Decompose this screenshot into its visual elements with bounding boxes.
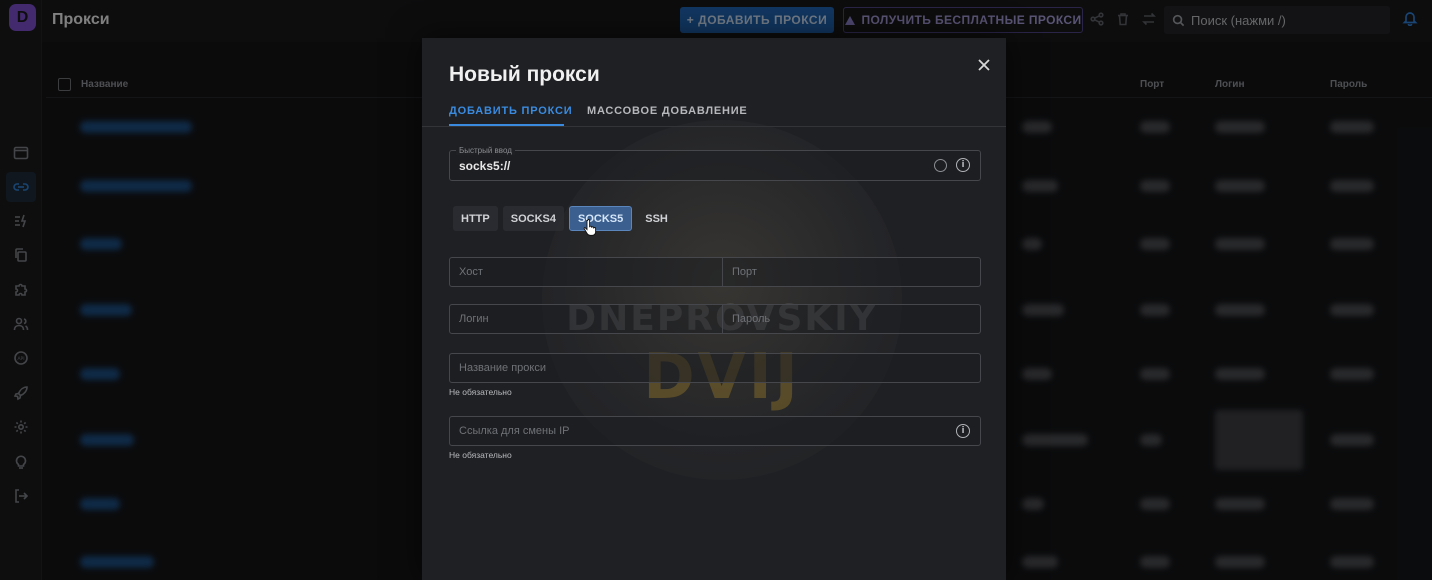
protocol-socks5[interactable]: SOCKS5 (568, 206, 633, 231)
close-button[interactable] (973, 54, 995, 76)
login-placeholder: Логин (459, 313, 489, 325)
close-icon (978, 59, 990, 71)
quick-input-value: socks5:// (459, 159, 511, 173)
login-field[interactable]: Логин (449, 304, 723, 334)
tab-add-proxy[interactable]: ДОБАВИТЬ ПРОКСИ (449, 105, 572, 117)
tabs-divider (422, 126, 1006, 127)
protocol-selector: HTTP SOCKS4 SOCKS5 SSH (453, 206, 676, 231)
protocol-socks4[interactable]: SOCKS4 (502, 206, 564, 231)
port-placeholder: Порт (732, 266, 757, 278)
quick-input-field[interactable]: Быстрый ввод socks5:// i (449, 146, 981, 181)
info-icon[interactable]: i (956, 158, 970, 172)
quick-input-legend: Быстрый ввод (456, 146, 515, 155)
info-icon[interactable]: i (956, 424, 970, 438)
password-field[interactable]: Пароль (722, 304, 981, 334)
host-placeholder: Хост (459, 266, 483, 278)
proxy-name-hint: Не обязательно (449, 387, 512, 397)
dialog-title: Новый прокси (449, 63, 600, 86)
proxy-name-field[interactable]: Название прокси (449, 353, 981, 383)
proxy-name-placeholder: Название прокси (459, 362, 546, 374)
new-proxy-dialog: DNEPROVSKIY DVIJ Новый прокси ДОБАВИТЬ П… (422, 38, 1006, 580)
host-field[interactable]: Хост (449, 257, 723, 287)
change-ip-link-field[interactable]: Ссылка для смены IP i (449, 416, 981, 446)
protocol-http[interactable]: HTTP (453, 206, 498, 231)
mouse-pointer-icon (583, 219, 597, 236)
tab-bulk-add[interactable]: МАССОВОЕ ДОБАВЛЕНИЕ (587, 105, 748, 117)
password-placeholder: Пароль (732, 313, 771, 325)
change-ip-hint: Не обязательно (449, 450, 512, 460)
active-tab-indicator (449, 124, 564, 126)
change-ip-placeholder: Ссылка для смены IP (459, 425, 570, 437)
loading-spinner-icon (934, 159, 947, 172)
protocol-ssh[interactable]: SSH (637, 206, 676, 231)
port-field[interactable]: Порт (722, 257, 981, 287)
